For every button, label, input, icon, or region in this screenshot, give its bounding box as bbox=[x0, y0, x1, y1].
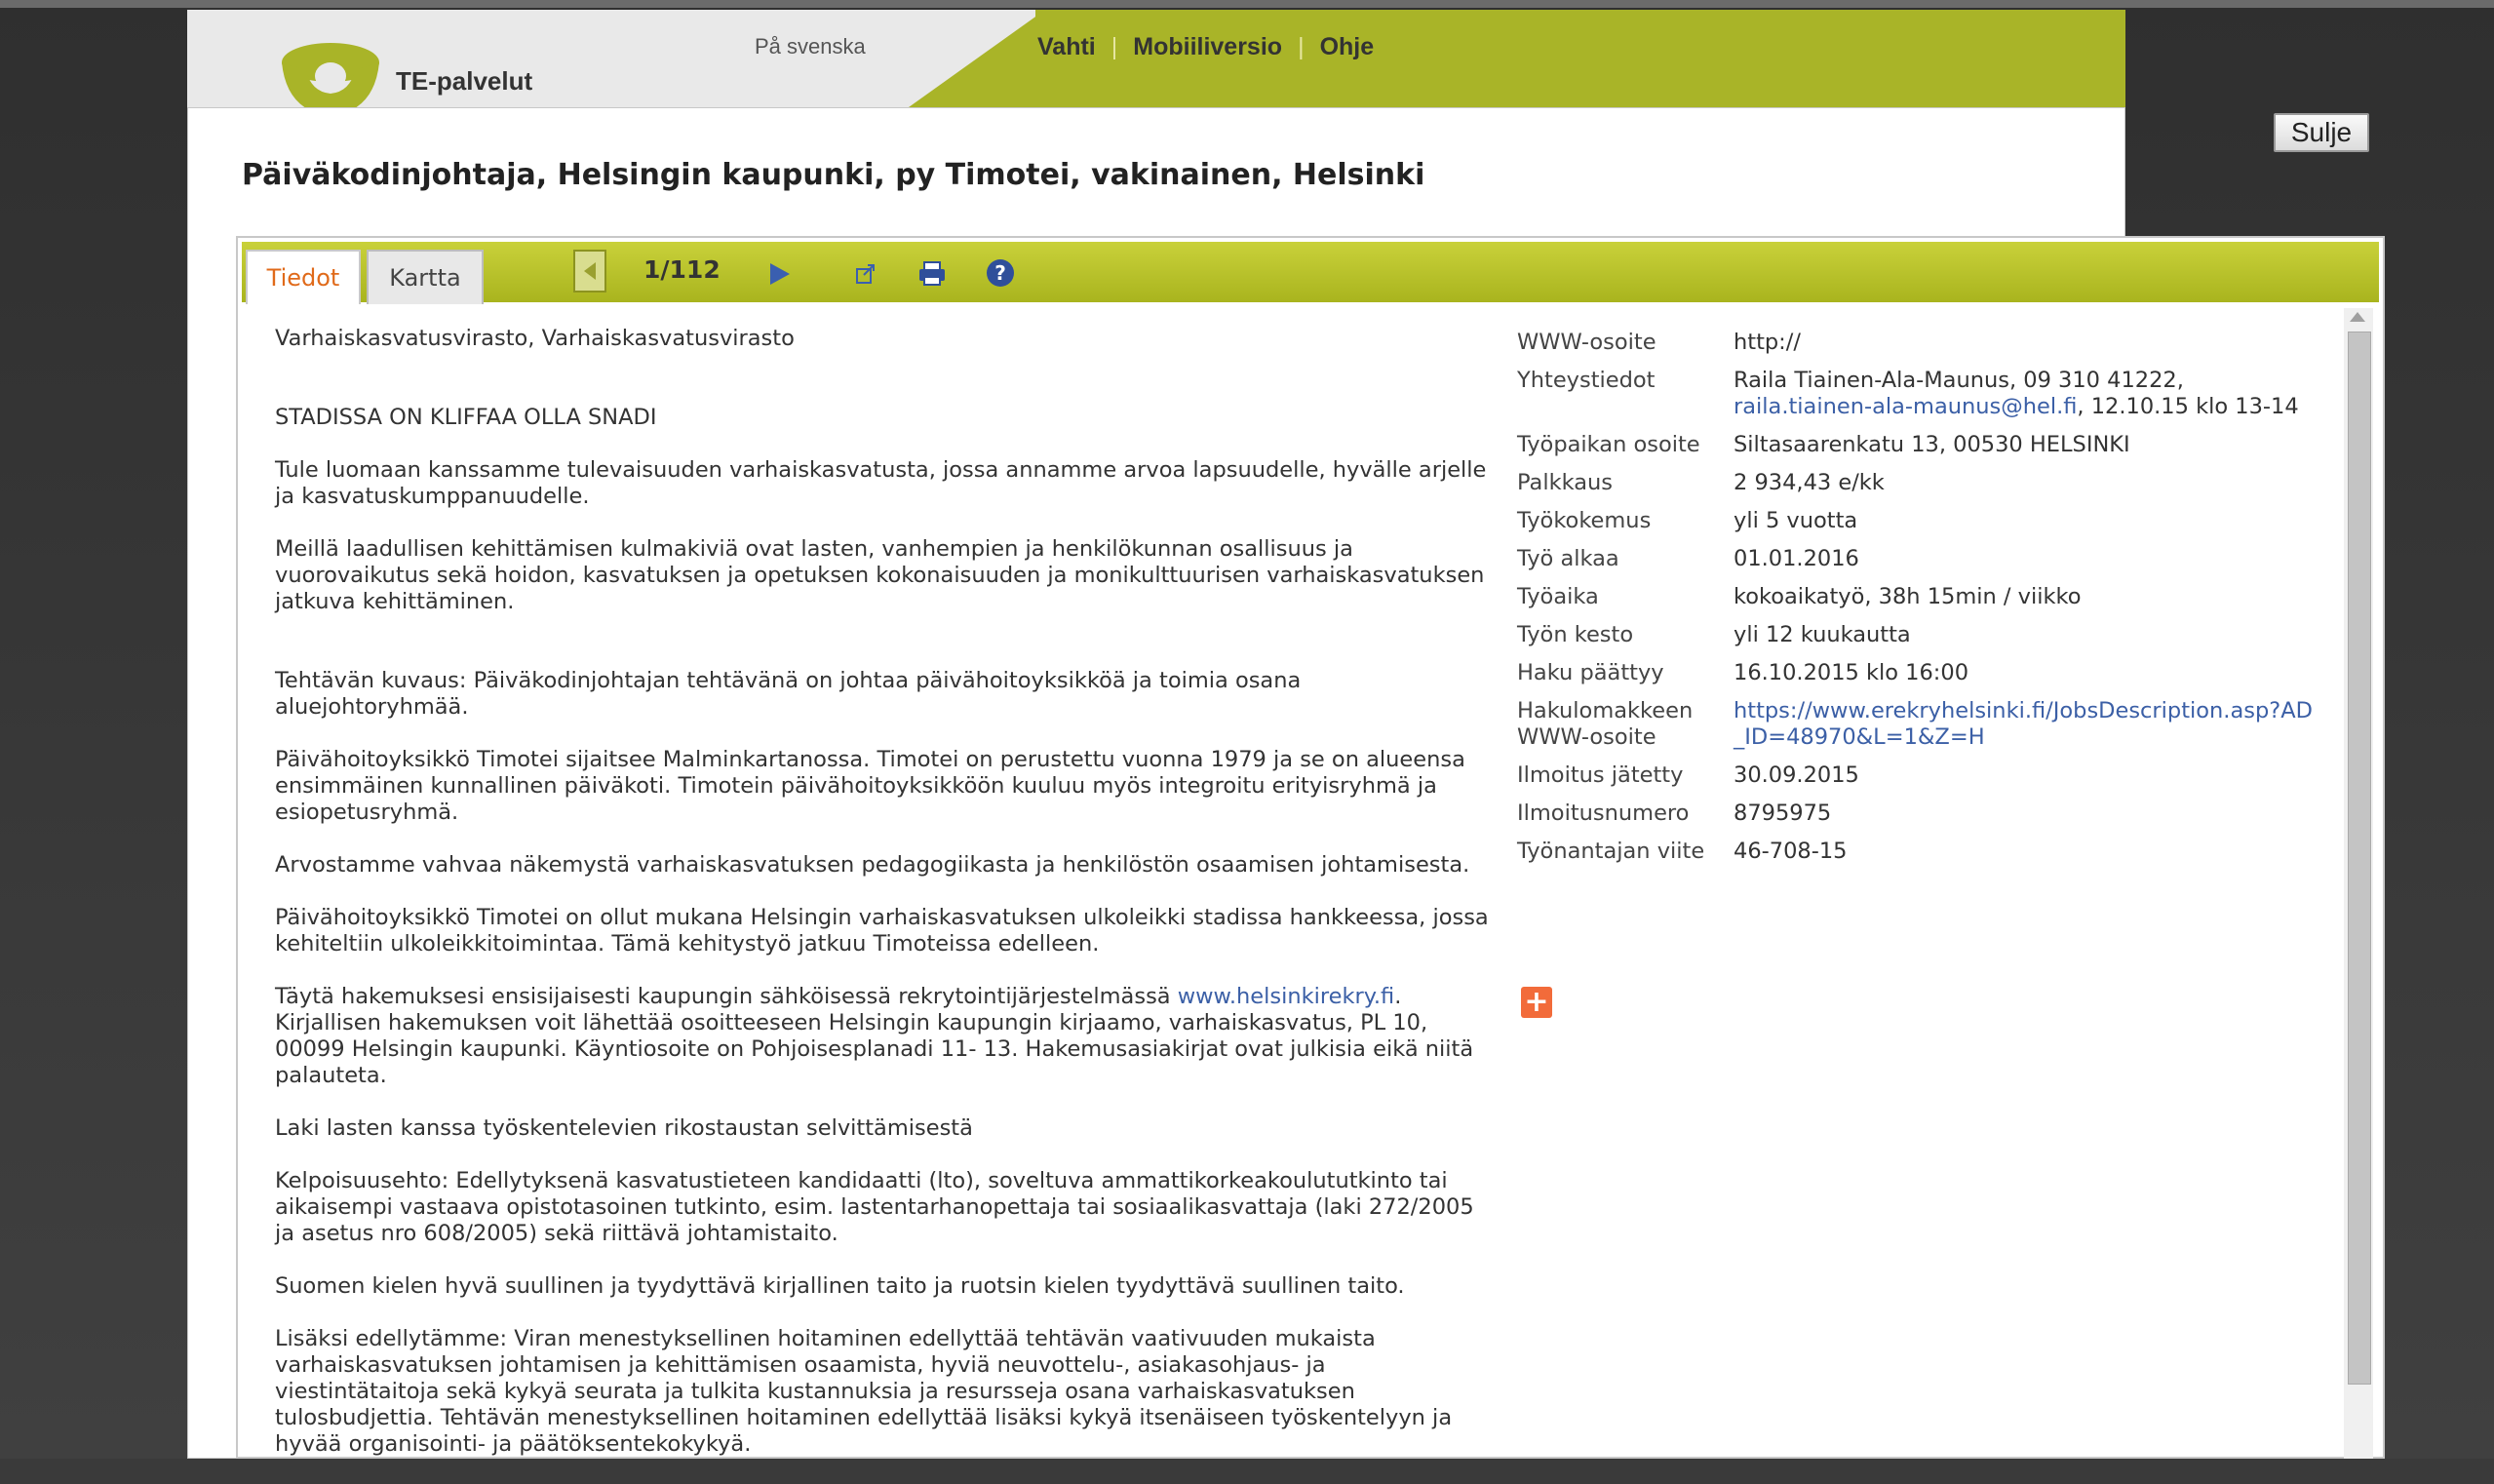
description-paragraph: Päivähoitoyksikkö Timotei on ollut mukan… bbox=[275, 905, 1489, 957]
detail-value: kokoaikatyö, 38h 15min / viikko bbox=[1734, 584, 2082, 609]
tab-info[interactable]: Tiedot bbox=[246, 250, 361, 304]
detail-row-contact: Yhteystiedot Raila Tiainen-Ala-Maunus, 0… bbox=[1517, 368, 2317, 420]
description-paragraph: Päivähoitoyksikkö Timotei sijaitsee Malm… bbox=[275, 747, 1465, 825]
detail-label: WWW-osoite bbox=[1517, 330, 1656, 355]
description-paragraph: Meillä laadullisen kehittämisen kulmakiv… bbox=[275, 536, 1485, 614]
detail-label: Työn kesto bbox=[1517, 622, 1634, 647]
detail-row-www: WWW-osoite http:// bbox=[1517, 330, 2317, 356]
detail-value: 30.09.2015 bbox=[1734, 762, 1859, 788]
detail-row-salary: Palkkaus 2 934,43 e/kk bbox=[1517, 470, 2317, 496]
detail-label: Työaika bbox=[1517, 584, 1599, 609]
job-title: Päiväkodinjohtaja, Helsingin kaupunki, p… bbox=[242, 158, 1425, 192]
detail-row-address: Työpaikan osoite Siltasaarenkatu 13, 005… bbox=[1517, 432, 2317, 458]
detail-row-posted: Ilmoitus jätetty 30.09.2015 bbox=[1517, 762, 2317, 789]
application-form-link[interactable]: https://www.erekryhelsinki.fi/JobsDescri… bbox=[1734, 698, 2313, 750]
detail-label: Ilmoitus jätetty bbox=[1517, 762, 1684, 788]
detail-label: Ilmoitusnumero bbox=[1517, 801, 1690, 826]
description-paragraph: Suomen kielen hyvä suullinen ja tyydyttä… bbox=[275, 1273, 1405, 1299]
detail-label: Työkokemus bbox=[1517, 508, 1652, 533]
job-details: WWW-osoite http:// Yhteystiedot Raila Ti… bbox=[1517, 330, 2317, 877]
tab-map[interactable]: Kartta bbox=[367, 250, 484, 304]
close-button[interactable]: Sulje bbox=[2274, 113, 2369, 152]
application-paragraph: Täytä hakemuksesi ensisijaisesti kaupung… bbox=[275, 984, 1492, 1089]
employer-name: Varhaiskasvatusvirasto, Varhaiskasvatusv… bbox=[275, 326, 795, 351]
detail-value: 46-708-15 bbox=[1734, 839, 1848, 864]
header-wedge bbox=[909, 10, 1045, 107]
description-paragraph: Lisäksi edellytämme: Viran menestykselli… bbox=[275, 1326, 1453, 1457]
detail-row-number: Ilmoitusnumero 8795975 bbox=[1517, 801, 2317, 827]
description-paragraph: Laki lasten kanssa työskentelevien rikos… bbox=[275, 1115, 973, 1141]
detail-value: Siltasaarenkatu 13, 00530 HELSINKI bbox=[1734, 432, 2130, 457]
detail-label: Työnantajan viite bbox=[1517, 839, 1705, 864]
nav-help[interactable]: Ohje bbox=[1320, 33, 1375, 61]
detail-row-experience: Työkokemus yli 5 vuotta bbox=[1517, 508, 2317, 534]
logo-text[interactable]: TE-palvelut bbox=[396, 66, 532, 97]
detail-value: 01.01.2016 bbox=[1734, 546, 1859, 571]
nav-mobile[interactable]: Mobiiliversio bbox=[1133, 33, 1282, 61]
detail-value: http:// bbox=[1734, 330, 1801, 355]
scroll-up-arrow-icon[interactable] bbox=[2350, 312, 2365, 322]
detail-value: 8795975 bbox=[1734, 801, 1832, 826]
description-paragraph: Tule luomaan kanssamme tulevaisuuden var… bbox=[275, 457, 1487, 509]
nav-vahti[interactable]: Vahti bbox=[1037, 33, 1096, 61]
detail-label: Työ alkaa bbox=[1517, 546, 1619, 571]
detail-value: https://www.erekryhelsinki.fi/JobsDescri… bbox=[1734, 698, 2317, 751]
detail-row-duration: Työn kesto yli 12 kuukautta bbox=[1517, 622, 2317, 648]
helsinkirekry-link[interactable]: www.helsinkirekry.fi bbox=[1178, 984, 1394, 1009]
site-header: TE-palvelut På svenska Vahti | Mobiilive… bbox=[187, 10, 2125, 107]
pager-count: 1/112 bbox=[643, 255, 721, 284]
print-icon[interactable] bbox=[916, 257, 948, 289]
external-link-icon[interactable] bbox=[854, 257, 877, 289]
detail-label: Yhteystiedot bbox=[1517, 368, 1656, 393]
description-paragraph: Arvostamme vahvaa näkemystä varhaiskasva… bbox=[275, 852, 1470, 878]
language-link[interactable]: På svenska bbox=[755, 34, 866, 59]
detail-label: Haku päättyy bbox=[1517, 660, 1664, 685]
job-description: Varhaiskasvatusvirasto, Varhaiskasvatusv… bbox=[275, 326, 1492, 1484]
description-paragraph: Kelpoisuusehto: Edellytyksenä kasvatusti… bbox=[275, 1168, 1474, 1246]
svg-text:?: ? bbox=[994, 261, 1006, 285]
detail-label: Hakulomakkeen WWW-osoite bbox=[1517, 698, 1694, 750]
application-text: Täytä hakemuksesi ensisijaisesti kaupung… bbox=[275, 984, 1178, 1009]
panel-toolbar bbox=[242, 242, 2379, 302]
detail-label: Työpaikan osoite bbox=[1517, 432, 1700, 457]
detail-value: 16.10.2015 klo 16:00 bbox=[1734, 660, 1969, 685]
contact-time: , 12.10.15 klo 13-14 bbox=[2077, 394, 2299, 419]
detail-label: Palkkaus bbox=[1517, 470, 1614, 495]
browser-top-edge bbox=[0, 0, 2494, 8]
detail-value: yli 12 kuukautta bbox=[1734, 622, 1911, 647]
contact-text: Raila Tiainen-Ala-Maunus, 09 310 41222, bbox=[1734, 368, 2184, 393]
help-icon[interactable]: ? bbox=[985, 257, 1016, 289]
scrollbar-thumb[interactable] bbox=[2348, 332, 2371, 1385]
slogan: STADISSA ON KLIFFAA OLLA SNADI bbox=[275, 405, 657, 430]
detail-value: yli 5 vuotta bbox=[1734, 508, 1858, 533]
detail-value: Raila Tiainen-Ala-Maunus, 09 310 41222, r… bbox=[1734, 368, 2317, 420]
detail-value: 2 934,43 e/kk bbox=[1734, 470, 1885, 495]
next-arrow-icon[interactable] bbox=[766, 259, 794, 289]
description-paragraph: Tehtävän kuvaus: Päiväkodinjohtajan teht… bbox=[275, 668, 1302, 720]
nav-separator: | bbox=[1111, 33, 1118, 60]
nav-separator: | bbox=[1298, 33, 1305, 60]
detail-row-form: Hakulomakkeen WWW-osoite https://www.ere… bbox=[1517, 698, 2317, 751]
add-icon[interactable]: + bbox=[1521, 987, 1552, 1018]
detail-row-deadline: Haku päättyy 16.10.2015 klo 16:00 bbox=[1517, 660, 2317, 686]
top-navigation: Vahti | Mobiiliversio | Ohje bbox=[1037, 33, 1374, 61]
te-logo-icon bbox=[282, 43, 379, 107]
detail-row-reference: Työnantajan viite 46-708-15 bbox=[1517, 839, 2317, 865]
contact-email-link[interactable]: raila.tiainen-ala-maunus@hel.fi bbox=[1734, 394, 2077, 419]
detail-row-start: Työ alkaa 01.01.2016 bbox=[1517, 546, 2317, 572]
prev-arrow-icon[interactable] bbox=[573, 250, 606, 293]
detail-row-hours: Työaika kokoaikatyö, 38h 15min / viikko bbox=[1517, 584, 2317, 610]
